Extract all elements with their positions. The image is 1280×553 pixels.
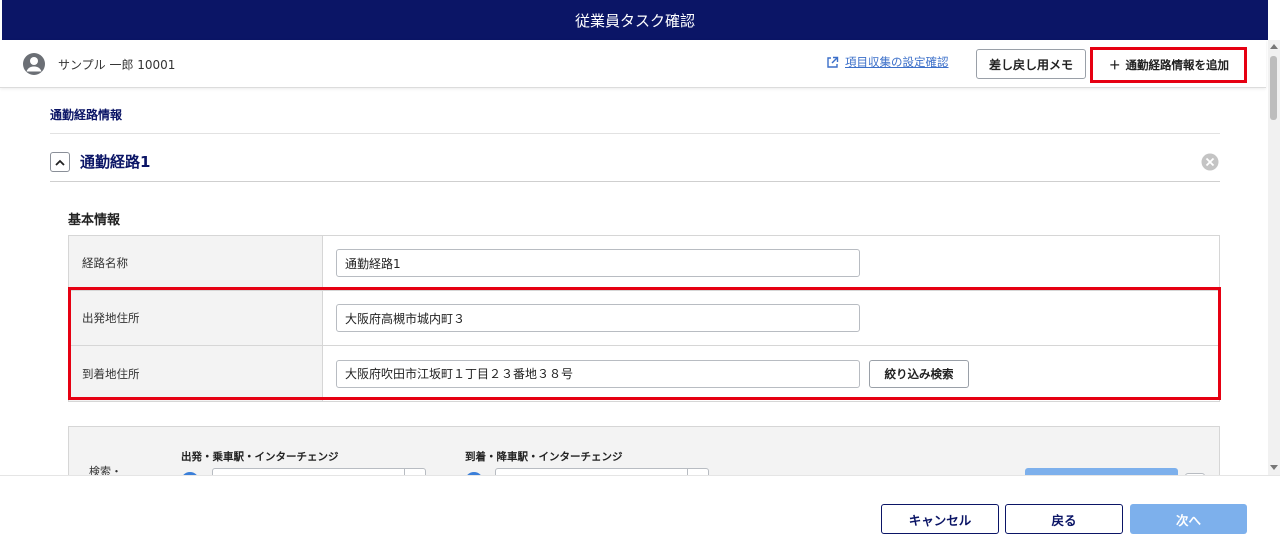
section-title: 通勤経路情報 bbox=[50, 108, 123, 122]
scroll-down-arrow-icon[interactable] bbox=[1270, 465, 1278, 470]
next-button[interactable]: 次へ bbox=[1130, 504, 1247, 534]
settings-check-link[interactable]: 項目収集の設定確認 bbox=[826, 54, 949, 70]
main-content: 通勤経路情報 通勤経路1 基本情報 経路名称 出発地住所 到着地住所 bbox=[0, 89, 1266, 475]
departure-station-select[interactable] bbox=[212, 468, 426, 475]
station-search-panel: 検索・ 出発・乗車駅・インターチェンジ 到着・降車駅・インターチェンジ bbox=[68, 426, 1220, 475]
arrival-station-select[interactable] bbox=[495, 468, 709, 475]
chevron-up-icon bbox=[55, 159, 65, 166]
arrival-station-label: 到着・降車駅・インターチェンジ bbox=[465, 451, 623, 463]
divider bbox=[50, 181, 1220, 182]
field-value-cell bbox=[323, 236, 1219, 290]
search-panel-label: 検索・ bbox=[89, 465, 122, 475]
window-title: 従業員タスク確認 bbox=[574, 11, 695, 30]
add-route-button[interactable]: ＋ 通勤経路情報を追加 bbox=[1095, 51, 1243, 79]
route-title: 通勤経路1 bbox=[80, 153, 151, 171]
window-title-bar: 従業員タスク確認 bbox=[2, 0, 1268, 40]
footer-actions: キャンセル 戻る 次へ bbox=[0, 475, 1280, 553]
route-search-button[interactable] bbox=[1025, 468, 1178, 475]
external-link-icon bbox=[827, 56, 839, 68]
settings-link-label: 項目収集の設定確認 bbox=[845, 55, 949, 69]
departure-station-label: 出発・乗車駅・インターチェンジ bbox=[181, 451, 339, 463]
collapse-button[interactable] bbox=[50, 152, 70, 172]
route-name-input[interactable] bbox=[336, 249, 860, 277]
basic-info-title: 基本情報 bbox=[68, 213, 121, 228]
plus-icon: ＋ bbox=[1109, 58, 1121, 72]
scroll-up-arrow-icon[interactable] bbox=[1270, 44, 1278, 49]
user-name: サンプル 一郎 10001 bbox=[58, 58, 176, 72]
back-button[interactable]: 戻る bbox=[1005, 504, 1123, 534]
scrollbar-thumb[interactable] bbox=[1270, 56, 1277, 120]
divider bbox=[50, 133, 1220, 134]
cancel-button[interactable]: キャンセル bbox=[881, 504, 999, 534]
user-bar: サンプル 一郎 10001 項目収集の設定確認 差し戻し用メモ ＋ 通勤経路情報… bbox=[0, 40, 1266, 88]
add-route-label: 通勤経路情報を追加 bbox=[1125, 58, 1230, 72]
highlight-box-addresses bbox=[68, 287, 1221, 400]
form-row-route-name: 経路名称 bbox=[69, 236, 1219, 291]
return-memo-button[interactable]: 差し戻し用メモ bbox=[976, 49, 1086, 79]
user-avatar-icon bbox=[23, 53, 45, 75]
field-label: 経路名称 bbox=[69, 236, 323, 290]
remove-route-icon[interactable] bbox=[1201, 153, 1219, 171]
